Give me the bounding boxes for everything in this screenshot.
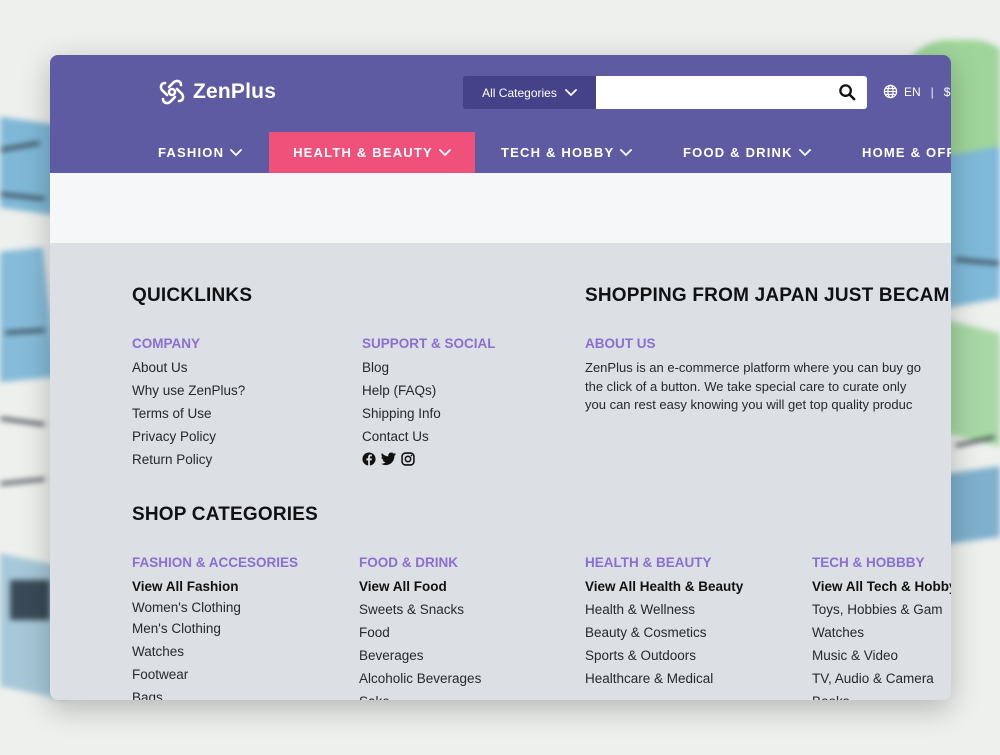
footer-link-contact[interactable]: Contact Us (362, 425, 441, 448)
about-us-text: ZenPlus is an e-commerce platform where … (585, 359, 951, 415)
quicklinks-title: QUICKLINKS (132, 285, 253, 306)
category-column-title: FOOD & DRINK (359, 555, 458, 570)
category-select-label: All Categories (482, 85, 557, 100)
tech-links: View All Tech & Hobby Toys, Hobbies & Ga… (812, 575, 951, 700)
divider: | (930, 84, 934, 99)
logo-text: ZenPlus (193, 80, 277, 103)
category-link[interactable]: Men's Clothing (132, 617, 241, 640)
category-link[interactable]: Beauty & Cosmetics (585, 621, 743, 644)
shop-categories-title: SHOP CATEGORIES (132, 504, 318, 525)
category-select[interactable]: All Categories (463, 76, 596, 109)
view-all-link[interactable]: View All Health & Beauty (585, 575, 743, 598)
footer-link-why-zenplus[interactable]: Why use ZenPlus? (132, 379, 245, 402)
promo-title: SHOPPING FROM JAPAN JUST BECAME (585, 285, 951, 306)
chevron-down-icon (564, 88, 577, 96)
category-link[interactable]: Beverages (359, 644, 481, 667)
about-us-title: ABOUT US (585, 336, 656, 351)
twitter-icon[interactable] (381, 452, 396, 466)
footer-link-privacy[interactable]: Privacy Policy (132, 425, 245, 448)
globe-icon (883, 84, 898, 99)
category-link[interactable]: Women's Clothing (132, 598, 241, 617)
category-column-title: HEALTH & BEAUTY (585, 555, 712, 570)
category-link[interactable]: Watches (132, 640, 241, 663)
browser-window: ZenPlus All Categories EN | $ FASHION HE… (50, 55, 951, 700)
category-link[interactable]: Toys, Hobbies & Gam (812, 598, 951, 621)
category-link[interactable]: Healthcare & Medical (585, 667, 743, 690)
support-title: SUPPORT & SOCIAL (362, 336, 496, 351)
nav-item-home-office[interactable]: HOME & OFF (862, 132, 951, 173)
about-line: the click of a button. We take special c… (585, 378, 907, 394)
category-column-title: FASHION & ACCESORIES (132, 555, 299, 570)
nav-item-food-drink[interactable]: FOOD & DRINK (683, 132, 811, 173)
logo[interactable]: ZenPlus (157, 77, 276, 107)
zenplus-logo-icon (159, 79, 185, 105)
language-selector[interactable]: EN | $ (883, 84, 950, 99)
health-links: View All Health & Beauty Health & Wellne… (585, 575, 743, 690)
nav-item-label: FOOD & DRINK (683, 145, 793, 160)
nav-item-label: TECH & HOBBY (501, 145, 615, 160)
category-link[interactable]: TV, Audio & Camera (812, 667, 951, 690)
category-link[interactable]: Books (812, 690, 951, 700)
view-all-link[interactable]: View All Tech & Hobby (812, 575, 951, 598)
instagram-icon[interactable] (401, 452, 415, 466)
company-title: COMPANY (132, 336, 201, 351)
fashion-links: View All Fashion Women's Clothing Men's … (132, 575, 241, 700)
footer-link-shipping[interactable]: Shipping Info (362, 402, 441, 425)
category-link[interactable]: Food (359, 621, 481, 644)
nav-item-label: HEALTH & BEAUTY (293, 145, 433, 160)
category-link[interactable]: Footwear (132, 663, 241, 686)
language-label: EN (904, 84, 921, 99)
site-header: ZenPlus All Categories EN | $ FASHION HE… (50, 55, 951, 173)
category-link[interactable]: Sports & Outdoors (585, 644, 743, 667)
category-link[interactable]: Music & Video (812, 644, 951, 667)
chevron-down-icon (620, 148, 633, 156)
view-all-link[interactable]: View All Fashion (132, 575, 241, 598)
chevron-down-icon (439, 148, 451, 156)
category-link[interactable]: Alcoholic Beverages (359, 667, 481, 690)
view-all-link[interactable]: View All Food (359, 575, 481, 598)
facebook-icon[interactable] (362, 452, 376, 466)
footer-link-return-policy[interactable]: Return Policy (132, 448, 245, 471)
about-line: ZenPlus is an e-commerce platform where … (585, 360, 921, 375)
company-links: About Us Why use ZenPlus? Terms of Use P… (132, 356, 245, 471)
nav-item-fashion[interactable]: FASHION (158, 132, 243, 173)
about-line: you can rest easy knowing you will get t… (585, 397, 913, 412)
nav-item-label: FASHION (158, 145, 225, 160)
category-link[interactable]: Sake (359, 690, 481, 700)
category-link[interactable]: Sweets & Snacks (359, 598, 481, 621)
chevron-down-icon (798, 148, 811, 156)
category-link[interactable]: Health & Wellness (585, 598, 743, 621)
nav-item-label: HOME & OFF (862, 145, 951, 160)
footer-link-terms[interactable]: Terms of Use (132, 402, 245, 425)
nav-item-tech-hobby[interactable]: TECH & HOBBY (501, 132, 633, 173)
search-input[interactable] (596, 76, 867, 109)
footer-link-blog[interactable]: Blog (362, 356, 441, 379)
search-icon[interactable] (838, 83, 857, 102)
category-link[interactable]: Watches (812, 621, 951, 644)
footer-link-help[interactable]: Help (FAQs) (362, 379, 441, 402)
category-column-title: TECH & HOBBBY (812, 555, 925, 570)
social-links (362, 452, 415, 466)
main-nav: FASHION HEALTH & BEAUTY TECH & HOBBY FOO… (50, 132, 951, 173)
banner-area (50, 173, 951, 243)
nav-item-health-beauty[interactable]: HEALTH & BEAUTY (269, 132, 475, 173)
search-bar: All Categories (463, 76, 867, 109)
footer-link-about-us[interactable]: About Us (132, 356, 245, 379)
category-link[interactable]: Bags (132, 686, 241, 700)
chevron-down-icon (230, 148, 243, 156)
currency-label[interactable]: $ (944, 85, 951, 99)
food-links: View All Food Sweets & Snacks Food Bever… (359, 575, 481, 700)
support-links: Blog Help (FAQs) Shipping Info Contact U… (362, 356, 441, 448)
